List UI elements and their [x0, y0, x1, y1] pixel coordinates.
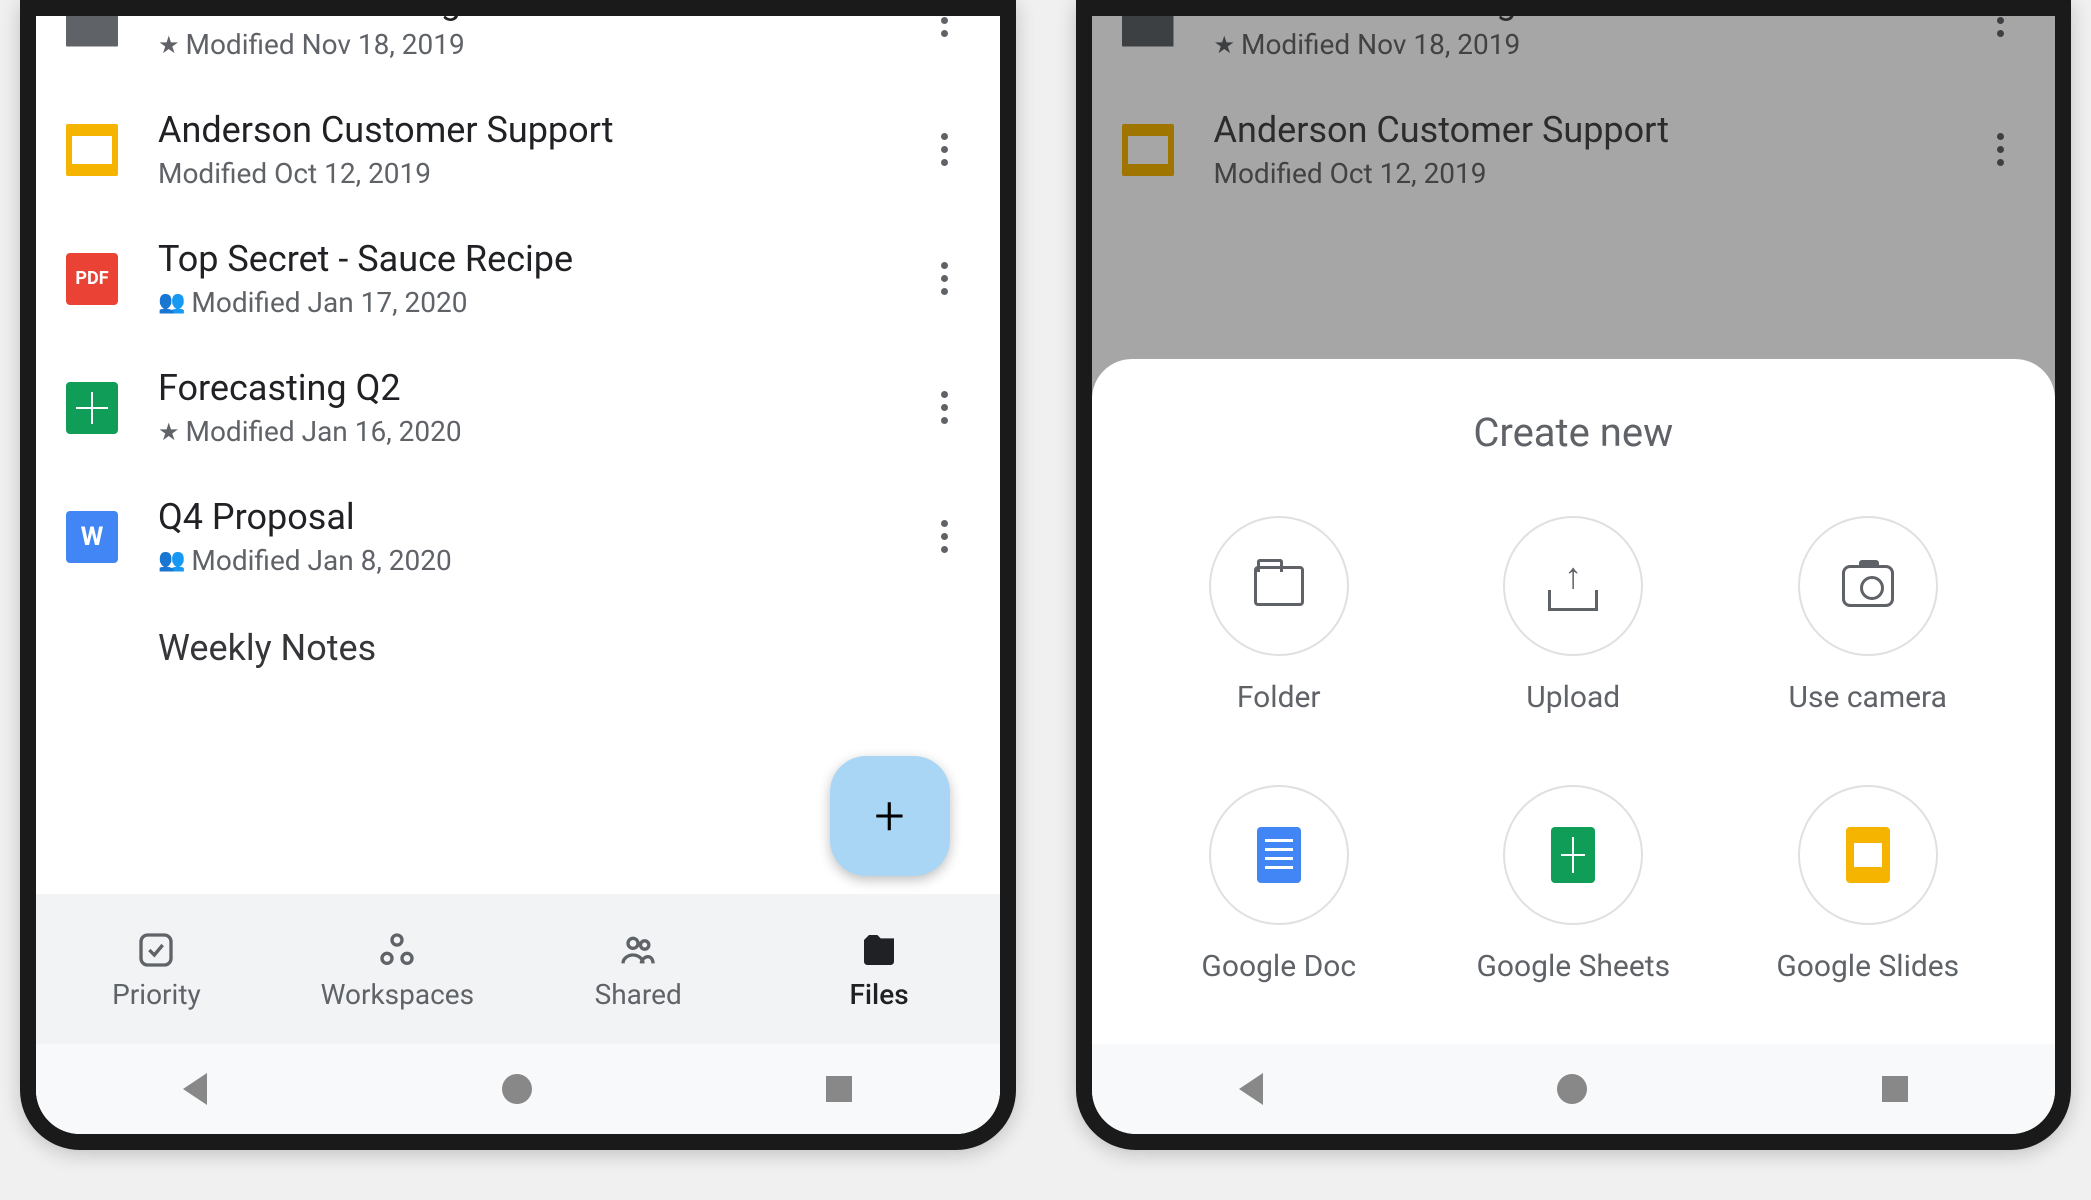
file-title: Distributed Iceberg Deliverables — [158, 16, 920, 22]
more-button[interactable] — [920, 391, 970, 424]
file-list[interactable]: Distributed Iceberg Deliverables ★ Modif… — [36, 16, 1000, 894]
star-icon: ★ — [158, 418, 180, 446]
file-row[interactable]: W Q4 Proposal 👥 Modified Jan 8, 2020 — [36, 472, 1000, 601]
workspaces-icon — [375, 928, 419, 972]
files-nav-icon — [857, 928, 901, 972]
system-nav-bar — [36, 1044, 1000, 1134]
create-slides[interactable]: Google Slides — [1721, 785, 2016, 984]
file-row[interactable]: Forecasting Q2 ★ Modified Jan 16, 2020 — [36, 343, 1000, 472]
sheets-icon — [1503, 785, 1643, 925]
fab-create-button[interactable]: + — [830, 756, 950, 876]
docs-icon: W — [66, 511, 118, 563]
shared-nav-icon — [616, 928, 660, 972]
more-button[interactable] — [920, 133, 970, 166]
star-icon: ★ — [158, 31, 180, 59]
more-button[interactable] — [920, 520, 970, 553]
file-title: Q4 Proposal — [158, 496, 920, 538]
bottom-nav: Priority Workspaces Shared Files — [36, 894, 1000, 1044]
more-button[interactable] — [920, 262, 970, 295]
phone-right: Distributed Iceberg Deliverables ★ Modif… — [1076, 0, 2072, 1150]
create-camera[interactable]: Use camera — [1721, 516, 2016, 715]
file-row[interactable]: PDF Top Secret - Sauce Recipe 👥 Modified… — [36, 214, 1000, 343]
nav-shared[interactable]: Shared — [518, 894, 759, 1044]
file-subtitle: Modified Oct 12, 2019 — [158, 157, 920, 190]
sheet-grid: Folder Upload Use camera Google Doc Goog… — [1132, 516, 2016, 984]
folder-icon — [1209, 516, 1349, 656]
file-title: Anderson Customer Support — [158, 109, 920, 151]
nav-priority[interactable]: Priority — [36, 894, 277, 1044]
nav-workspaces[interactable]: Workspaces — [277, 894, 518, 1044]
screen-right: Distributed Iceberg Deliverables ★ Modif… — [1092, 16, 2056, 1134]
create-sheets[interactable]: Google Sheets — [1426, 785, 1721, 984]
file-title: Top Secret - Sauce Recipe — [158, 238, 920, 280]
phone-left: Distributed Iceberg Deliverables ★ Modif… — [20, 0, 1016, 1150]
file-subtitle: ★ Modified Jan 16, 2020 — [158, 415, 920, 448]
recents-icon[interactable] — [826, 1076, 852, 1102]
upload-icon — [1503, 516, 1643, 656]
nav-files[interactable]: Files — [759, 894, 1000, 1044]
back-icon[interactable] — [183, 1073, 207, 1105]
pdf-icon: PDF — [66, 253, 118, 305]
home-icon[interactable] — [502, 1074, 532, 1104]
sheets-icon — [66, 382, 118, 434]
more-button[interactable] — [920, 16, 970, 37]
screen-left: Distributed Iceberg Deliverables ★ Modif… — [36, 16, 1000, 1134]
file-title: Forecasting Q2 — [158, 367, 920, 409]
file-title: Weekly Notes — [158, 627, 970, 669]
file-subtitle: ★ Modified Nov 18, 2019 — [158, 28, 920, 61]
doc-icon — [1209, 785, 1349, 925]
system-nav-bar — [1092, 1044, 2056, 1134]
slides-icon — [1798, 785, 1938, 925]
create-doc[interactable]: Google Doc — [1132, 785, 1427, 984]
folder-icon — [66, 16, 118, 47]
home-icon[interactable] — [1557, 1074, 1587, 1104]
file-row[interactable]: Anderson Customer Support Modified Oct 1… — [36, 85, 1000, 214]
file-subtitle: 👥 Modified Jan 8, 2020 — [158, 544, 920, 577]
slides-icon — [66, 124, 118, 176]
priority-icon — [134, 928, 178, 972]
create-folder[interactable]: Folder — [1132, 516, 1427, 715]
shared-icon: 👥 — [158, 290, 185, 315]
create-new-sheet: Create new Folder Upload Use camera Goog… — [1092, 359, 2056, 1044]
back-icon[interactable] — [1239, 1073, 1263, 1105]
sheet-title: Create new — [1132, 409, 2016, 456]
file-row[interactable]: Weekly Notes — [36, 601, 1000, 701]
file-row[interactable]: Distributed Iceberg Deliverables ★ Modif… — [36, 16, 1000, 85]
shared-icon: 👥 — [158, 548, 185, 573]
create-upload[interactable]: Upload — [1426, 516, 1721, 715]
recents-icon[interactable] — [1882, 1076, 1908, 1102]
camera-icon — [1798, 516, 1938, 656]
file-subtitle: 👥 Modified Jan 17, 2020 — [158, 286, 920, 319]
